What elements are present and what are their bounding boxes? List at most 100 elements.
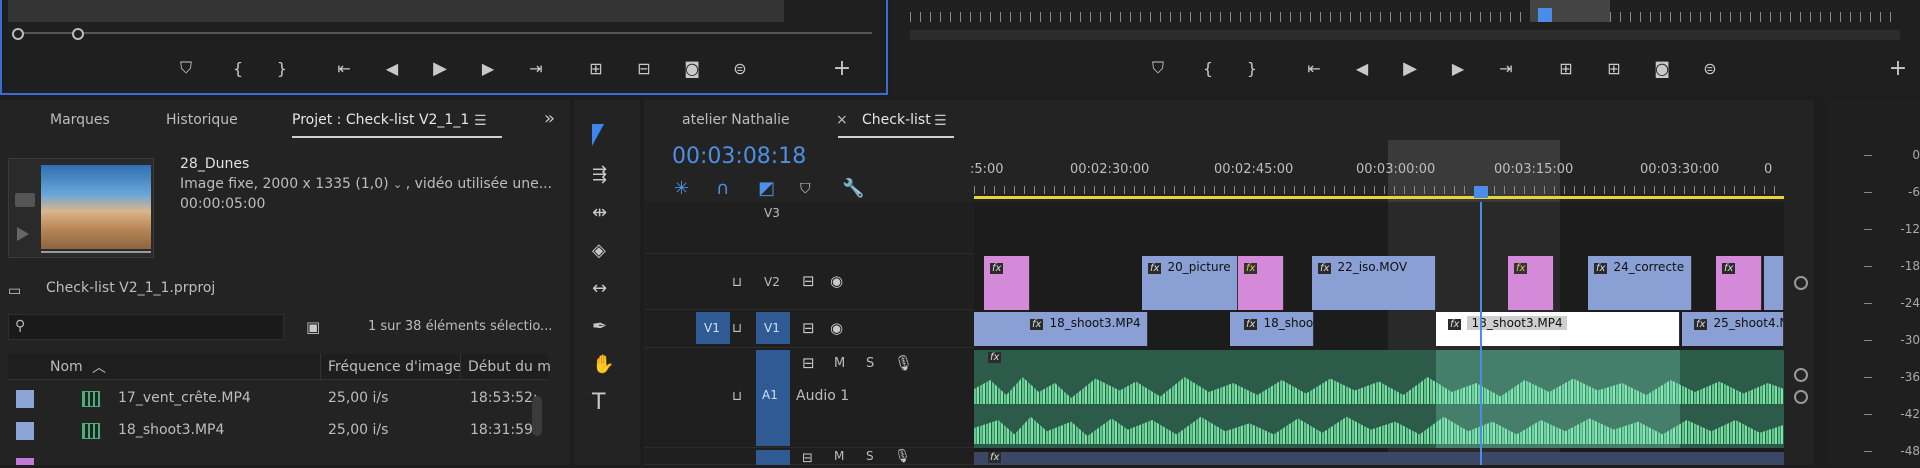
extract-button[interactable]: ⊞	[1600, 54, 1628, 82]
add-marker-button[interactable]: ⛉	[172, 54, 200, 82]
eye-icon[interactable]: ◉	[830, 319, 843, 337]
track-select-tool-icon[interactable]: ⇶	[592, 166, 607, 184]
source-scrollbar[interactable]	[12, 28, 872, 40]
v-scroll-knob[interactable]	[1794, 390, 1808, 404]
clip-video[interactable]: fx 18_shoot3.MP4	[974, 312, 1148, 346]
clip-fx[interactable]: fx	[984, 256, 1030, 310]
work-area-bar[interactable]	[974, 196, 1784, 199]
clip-fx[interactable]: fx	[1238, 256, 1284, 310]
step-back-button[interactable]: ◀︎	[1348, 54, 1376, 82]
export-frame-camera-icon[interactable]: ◙	[678, 54, 706, 82]
sync-lock-icon[interactable]: ⊟	[802, 272, 815, 290]
track-area[interactable]: fx fx 20_picture fx fx 22_iso.MOV fx fx 24_…	[974, 202, 1784, 465]
lift-button[interactable]: ⊞	[1552, 54, 1580, 82]
clip-video[interactable]: fx 22_iso.MOV	[1312, 256, 1436, 310]
preview-progress[interactable]	[41, 251, 151, 253]
tab-projet[interactable]: Projet : Check-list V2_1_1	[292, 112, 469, 128]
clip-video[interactable]: fx 20_picture	[1142, 256, 1238, 310]
hand-tool-icon[interactable]: ✋	[592, 356, 614, 374]
list-scrollbar[interactable]	[532, 396, 542, 436]
panel-menu-icon[interactable]: ☰	[934, 112, 947, 130]
add-button[interactable]: +	[1884, 54, 1912, 82]
clip-fx[interactable]: fx	[1508, 256, 1554, 310]
mute-button[interactable]: M	[834, 356, 845, 371]
settings-button[interactable]: ⊜	[726, 54, 754, 82]
col-media-start[interactable]: Début du m	[468, 359, 551, 375]
settings-button[interactable]: ⊜	[1696, 54, 1724, 82]
microphone-icon[interactable]: 🎙	[894, 448, 911, 466]
wrench-icon[interactable]: 🔧	[842, 180, 864, 198]
mark-in-button[interactable]: {	[1194, 54, 1222, 82]
audio-clip-a2[interactable]: fx	[974, 452, 1784, 465]
chevron-down-icon[interactable]: ⌄	[393, 178, 406, 191]
program-scrollbar[interactable]	[910, 30, 1900, 40]
playhead-line[interactable]	[1480, 202, 1482, 465]
list-item[interactable]: 18_shoot3.MP4 25,00 i/s 18:31:59:	[8, 416, 548, 446]
sync-lock-icon[interactable]: ⊟	[802, 354, 815, 372]
microphone-icon[interactable]: 🎙	[894, 354, 913, 372]
sort-ascending-icon[interactable]: ︿	[92, 357, 106, 377]
play-small-icon[interactable]	[17, 227, 29, 241]
close-icon[interactable]: ×	[836, 112, 848, 128]
find-in-bin-icon[interactable]: ▣	[306, 318, 320, 336]
search-input[interactable]: ⚲	[8, 314, 284, 340]
col-nom[interactable]: Nom	[50, 359, 83, 375]
add-marker-button[interactable]: ⛉	[1144, 54, 1172, 82]
tab-check-list[interactable]: Check-list	[862, 112, 931, 128]
clip-video[interactable]	[1764, 256, 1784, 310]
snap-magnet-icon[interactable]: ∩	[716, 180, 729, 198]
go-to-in-button[interactable]: ⇤	[330, 54, 358, 82]
label-color-swatch[interactable]	[16, 422, 34, 440]
add-button[interactable]: +	[828, 54, 856, 82]
go-to-in-button[interactable]: ⇤	[1300, 54, 1328, 82]
track-header-v3[interactable]: V3	[644, 202, 974, 254]
time-ruler[interactable]: :5:00 00:02:30:00 00:02:45:00 00:03:00:0…	[970, 140, 1784, 202]
nest-toggle-icon[interactable]: ✳	[674, 180, 689, 198]
program-playhead[interactable]	[1538, 8, 1552, 22]
export-frame-camera-icon[interactable]: ◙	[1648, 54, 1676, 82]
track-header-a1[interactable]: ⊔ A1 ⊟ M S 🎙 Audio 1	[644, 348, 974, 448]
audio-clip[interactable]: fx	[974, 350, 1784, 448]
play-button[interactable]: ▶︎	[426, 54, 454, 82]
overwrite-button[interactable]: ⊟	[630, 54, 658, 82]
type-tool-icon[interactable]: T	[592, 392, 605, 414]
panel-menu-icon[interactable]: ☰	[474, 112, 487, 130]
clip-video[interactable]: fx 24_correcte	[1588, 256, 1692, 310]
source-mini-timeline[interactable]	[8, 0, 784, 22]
track-header-a2[interactable]: ⊟ M S 🎙	[644, 448, 974, 468]
go-to-out-button[interactable]: ⇥	[522, 54, 550, 82]
v-scroll-knob[interactable]	[1794, 276, 1808, 290]
col-frame-rate[interactable]: Fréquence d'image	[328, 359, 461, 375]
tab-historique[interactable]: Historique	[166, 112, 238, 128]
slip-tool-icon[interactable]: ↔	[592, 280, 607, 298]
go-to-out-button[interactable]: ⇥	[1492, 54, 1520, 82]
track-header-v1[interactable]: V1 ⊔ V1 ⊟ ◉	[644, 310, 974, 348]
program-mini-ruler[interactable]	[910, 12, 1900, 22]
lock-icon[interactable]: ⊔	[732, 388, 742, 406]
step-forward-button[interactable]: ▶︎	[474, 54, 502, 82]
tab-atelier-nathalie[interactable]: atelier Nathalie	[682, 112, 790, 128]
play-button[interactable]: ▶︎	[1396, 54, 1424, 82]
track-header-v2[interactable]: ⊔ V2 ⊟ ◉	[644, 254, 974, 310]
clip-video-selected[interactable]: fx 18_shoot3.MP4	[1436, 312, 1680, 346]
mark-out-button[interactable]: }	[268, 54, 296, 82]
playhead-handle[interactable]	[1474, 186, 1488, 198]
clip-video[interactable]: fx 25_shoot4.M	[1682, 312, 1784, 346]
ripple-edit-tool-icon[interactable]: ⇹	[592, 204, 607, 222]
tab-marques[interactable]: Marques	[50, 112, 110, 128]
double-chevron-right-icon[interactable]: »	[544, 110, 555, 128]
eye-icon[interactable]: ◉	[830, 272, 843, 290]
insert-button[interactable]: ⊞	[582, 54, 610, 82]
pen-tool-icon[interactable]: ✒	[592, 318, 607, 336]
v-scroll-knob[interactable]	[1794, 368, 1808, 382]
lock-icon[interactable]: ⊔	[732, 274, 742, 292]
lock-icon[interactable]: ⊔	[732, 320, 742, 338]
linked-selection-icon[interactable]: ◩	[758, 180, 775, 198]
add-marker-icon[interactable]: ⛉	[800, 180, 811, 198]
sync-lock-icon[interactable]: ⊟	[802, 450, 813, 468]
selection-tool-icon[interactable]	[592, 124, 604, 146]
razor-tool-icon[interactable]: ◈	[592, 242, 606, 260]
timecode-display[interactable]: 00:03:08:18	[672, 144, 806, 169]
step-forward-button[interactable]: ▶︎	[1444, 54, 1472, 82]
solo-button[interactable]: S	[866, 356, 874, 371]
